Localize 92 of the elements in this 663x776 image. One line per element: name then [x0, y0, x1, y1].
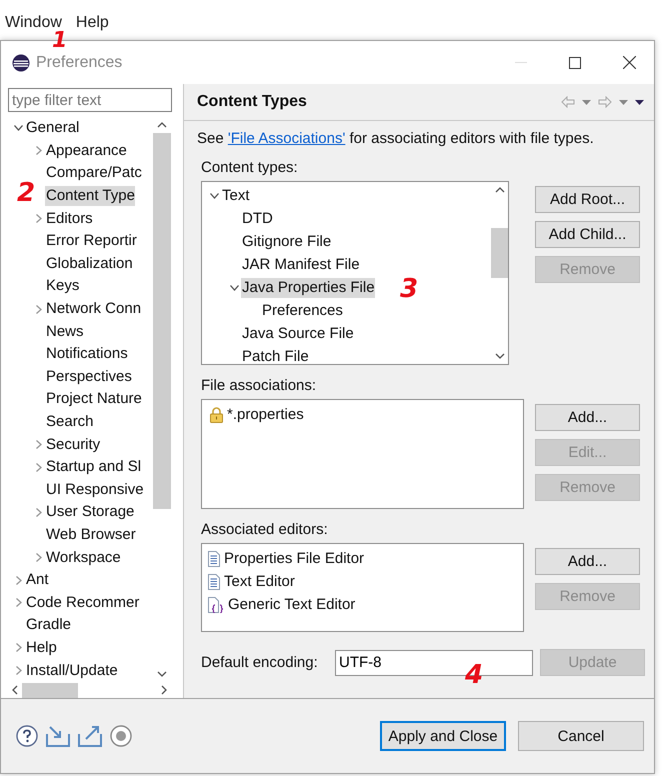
- scroll-down-icon[interactable]: [157, 671, 167, 677]
- expand-icon[interactable]: [36, 214, 42, 224]
- help-icon[interactable]: [16, 725, 38, 747]
- tree-item[interactable]: Editors: [45, 208, 93, 229]
- annotation-mark: 2: [17, 180, 36, 206]
- tree-item[interactable]: Notifications: [45, 344, 128, 364]
- tree-item[interactable]: Help: [25, 638, 57, 658]
- dropdown-icon[interactable]: [582, 100, 591, 104]
- tree-item[interactable]: Security: [45, 434, 100, 455]
- expand-icon[interactable]: [36, 304, 42, 314]
- tree-item[interactable]: UI Responsive: [45, 480, 144, 500]
- file-association-item[interactable]: *.properties: [227, 406, 304, 423]
- collapse-icon[interactable]: [230, 284, 239, 290]
- view-menu-icon[interactable]: [635, 100, 644, 104]
- editor-item[interactable]: Generic Text Editor: [228, 596, 356, 613]
- collapse-icon[interactable]: [210, 192, 219, 198]
- scroll-up-icon[interactable]: [157, 122, 167, 128]
- tree-item[interactable]: Perspectives: [45, 366, 132, 387]
- expand-icon[interactable]: [36, 462, 42, 472]
- editor-item[interactable]: Properties File Editor: [224, 550, 364, 567]
- annotation-mark: 1: [52, 30, 68, 52]
- expand-icon[interactable]: [36, 440, 42, 450]
- generic-file-icon: [208, 596, 224, 612]
- encoding-label: Default encoding:: [201, 654, 319, 671]
- expand-icon[interactable]: [36, 146, 42, 156]
- tree-item[interactable]: Install/Update: [25, 660, 118, 681]
- window-title: Preferences: [36, 54, 122, 72]
- file-type-entry[interactable]: Gitignore File: [241, 232, 332, 252]
- scroll-up-icon[interactable]: [494, 187, 504, 193]
- expand-icon[interactable]: [36, 508, 42, 517]
- menu-item[interactable]: Help: [76, 14, 109, 32]
- expand-icon[interactable]: [16, 576, 22, 585]
- action-button[interactable]: Add...: [535, 548, 640, 575]
- scroll-left-icon[interactable]: [12, 685, 18, 695]
- tree-item[interactable]: Web Browser: [45, 524, 136, 545]
- file-associations-link[interactable]: 'File Associations': [228, 130, 346, 147]
- expand-icon[interactable]: [36, 553, 42, 562]
- tree-item[interactable]: Globalization: [45, 254, 133, 274]
- menu-item[interactable]: Window: [5, 14, 62, 32]
- page-title: Content Types: [197, 93, 307, 111]
- annotation-mark: 3: [400, 276, 418, 302]
- collapse-icon[interactable]: [14, 125, 23, 132]
- editor-item[interactable]: Text Editor: [224, 573, 295, 590]
- forward-icon[interactable]: [598, 96, 612, 108]
- action-button[interactable]: Add Root...: [535, 186, 640, 213]
- tree-item[interactable]: Keys: [45, 276, 80, 296]
- tree-item[interactable]: Project Nature: [45, 389, 142, 410]
- action-button[interactable]: Add Child...: [535, 221, 640, 248]
- tree-item[interactable]: User Storage: [45, 502, 134, 522]
- eclipse-icon: [12, 54, 30, 72]
- scroll-down-icon[interactable]: [494, 353, 504, 359]
- tree-item[interactable]: Code Recommer: [25, 592, 140, 613]
- description-text: See 'File Associations' for associating editors with file types.: [197, 130, 595, 147]
- expand-icon[interactable]: [16, 643, 22, 652]
- tree-item[interactable]: Ant: [25, 570, 49, 590]
- tree-item[interactable]: Compare/Patc: [45, 163, 142, 184]
- file-type-entry[interactable]: Java Source File: [241, 324, 354, 344]
- record-icon[interactable]: [110, 725, 132, 747]
- tree-item[interactable]: Error Reportir: [45, 231, 137, 252]
- text-file-icon: [208, 550, 220, 566]
- back-icon[interactable]: [561, 96, 575, 108]
- file-type-entry[interactable]: Text: [221, 186, 250, 206]
- file-type-entry[interactable]: Patch File: [241, 346, 309, 364]
- text-file-icon: [208, 574, 220, 590]
- file-type-entry[interactable]: DTD: [241, 208, 273, 228]
- file-type-entry[interactable]: Preferences: [261, 300, 343, 320]
- section-label: Content types:: [201, 159, 299, 177]
- tree-item[interactable]: News: [45, 322, 84, 342]
- tree-item[interactable]: Appearance: [45, 140, 127, 161]
- action-button[interactable]: Add...: [535, 404, 640, 431]
- tree-item[interactable]: Network Conn: [45, 299, 142, 320]
- dropdown-icon[interactable]: [619, 100, 628, 104]
- tree-item[interactable]: Gradle: [25, 615, 72, 636]
- cancel-button[interactable]: Cancel: [518, 721, 644, 751]
- apply-and-close-button[interactable]: Apply and Close: [380, 721, 506, 751]
- tree-item[interactable]: Search: [45, 412, 94, 432]
- file-type-entry[interactable]: Java Properties File: [241, 278, 375, 298]
- section-label: File associations:: [201, 377, 318, 395]
- tree-item[interactable]: General: [25, 118, 80, 138]
- tree-item[interactable]: Startup and Sl: [45, 457, 142, 478]
- export-icon[interactable]: [78, 725, 102, 747]
- expand-icon[interactable]: [16, 598, 22, 608]
- tree-item[interactable]: Workspace: [45, 548, 121, 568]
- maximize-icon[interactable]: [569, 56, 581, 68]
- close-icon[interactable]: [623, 56, 636, 69]
- import-icon[interactable]: [46, 725, 70, 747]
- tree-item[interactable]: Content Type: [45, 186, 135, 206]
- section-label: Associated editors:: [201, 521, 329, 539]
- expand-icon[interactable]: [16, 666, 22, 676]
- file-type-entry[interactable]: JAR Manifest File: [241, 254, 360, 274]
- scroll-right-icon[interactable]: [161, 685, 167, 695]
- filter-field[interactable]: type filter text: [8, 88, 172, 112]
